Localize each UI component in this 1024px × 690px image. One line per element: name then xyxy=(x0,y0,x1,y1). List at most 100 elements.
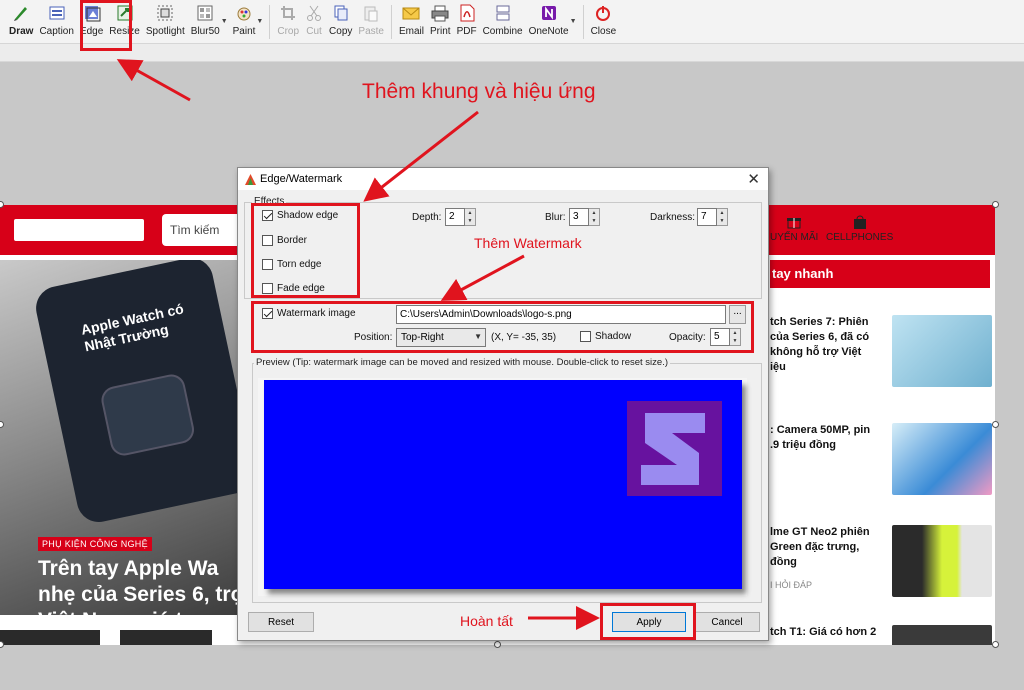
caption-label: Caption xyxy=(39,26,74,37)
close-button[interactable]: Close xyxy=(588,0,620,44)
combine-button[interactable]: Combine xyxy=(480,0,526,44)
promo-nav-item: UYẾN MÃI xyxy=(770,215,818,243)
copy-label: Copy xyxy=(329,26,353,37)
dialog-title: Edge/Watermark xyxy=(260,173,343,185)
shopping-bag-icon xyxy=(852,215,868,229)
combine-icon xyxy=(494,4,512,22)
cancel-button[interactable]: Cancel xyxy=(694,612,760,632)
highlight-edge-button xyxy=(80,0,132,51)
app-logo-icon xyxy=(244,173,257,186)
cut-button[interactable]: Cut xyxy=(302,0,326,44)
phone-screen-text: Apple Watch có Nhật Trường xyxy=(79,300,186,355)
preview-label: Preview (Tip: watermark image can be mov… xyxy=(254,357,671,368)
toolbar-separator xyxy=(269,5,271,39)
email-button[interactable]: Email xyxy=(396,0,427,44)
paint-label: Paint xyxy=(232,26,256,37)
preview-canvas[interactable] xyxy=(258,378,747,596)
paste-label: Paste xyxy=(358,26,384,37)
email-label: Email xyxy=(398,26,424,37)
darkness-spinner[interactable]: 7 ▲ ▼ xyxy=(697,208,728,226)
toolbar-separator xyxy=(582,5,584,39)
print-icon xyxy=(431,4,449,22)
draw-button[interactable]: Draw xyxy=(6,0,36,44)
arrow-to-edge-button xyxy=(116,59,191,102)
draw-icon xyxy=(12,4,30,22)
spinner-arrows-icon[interactable]: ▲ ▼ xyxy=(717,208,728,226)
blur-value[interactable]: 3 xyxy=(569,208,589,226)
crop-label: Crop xyxy=(277,26,300,37)
news-thumbnail xyxy=(892,625,992,645)
combine-label: Combine xyxy=(482,26,523,37)
resize-handle[interactable] xyxy=(0,641,4,648)
site-right-nav: UYẾN MÃI CELLPHONES xyxy=(770,211,995,251)
resize-handle[interactable] xyxy=(992,421,999,428)
dialog-titlebar[interactable]: Edge/Watermark ✕ xyxy=(238,168,768,190)
depth-value[interactable]: 2 xyxy=(445,208,465,226)
print-label: Print xyxy=(430,26,451,37)
pdf-label: PDF xyxy=(456,26,477,37)
cut-label: Cut xyxy=(306,26,322,37)
spinner-arrows-icon[interactable]: ▲ ▼ xyxy=(465,208,476,226)
cut-icon xyxy=(305,4,323,22)
darkness-value[interactable]: 7 xyxy=(697,208,717,226)
resize-handle[interactable] xyxy=(992,201,999,208)
copy-icon xyxy=(332,4,350,22)
spinner-arrows-icon[interactable]: ▲ ▼ xyxy=(589,208,600,226)
hero-category-tag: PHỤ KIỆN CÔNG NGHỆ xyxy=(38,537,152,551)
news-item: tch T1: Giá có hơn 2 xyxy=(770,625,995,645)
print-button[interactable]: Print xyxy=(427,0,454,44)
preview-image xyxy=(264,380,742,589)
news-title: tch Series 7: Phiên của Series 6, đã có … xyxy=(770,316,870,373)
gift-icon xyxy=(786,215,802,229)
news-item: tch Series 7: Phiên của Series 6, đã có … xyxy=(770,315,995,405)
depth-spinner[interactable]: 2 ▲ ▼ xyxy=(445,208,476,226)
paste-button[interactable]: Paste xyxy=(355,0,387,44)
news-subtitle: I HỎI ĐÁP xyxy=(770,580,813,590)
paste-icon xyxy=(362,4,380,22)
hero-title: Trên tay Apple Wa nhẹ của Series 6, trợ … xyxy=(38,557,240,615)
news-title-text: lme GT Neo2 phiên Green đặc trưng, đồng xyxy=(770,526,870,568)
news-title: lme GT Neo2 phiên Green đặc trưng, đồng … xyxy=(770,525,880,593)
highlight-effects xyxy=(251,203,360,298)
spotlight-icon xyxy=(156,4,174,22)
news-title: tch T1: Giá có hơn 2 xyxy=(770,626,877,638)
blur-label: Blur50 xyxy=(190,26,220,37)
toolbar-strip xyxy=(0,44,1024,62)
blur-label: Blur: xyxy=(545,212,566,223)
onenote-label: OneNote xyxy=(528,26,569,37)
email-icon xyxy=(402,4,420,22)
news-item: lme GT Neo2 phiên Green đặc trưng, đồng … xyxy=(770,525,995,615)
thumbnail xyxy=(120,630,212,645)
dialog-close-icon[interactable]: ✕ xyxy=(747,170,760,188)
site-logo xyxy=(14,219,144,241)
onenote-button[interactable]: OneNote xyxy=(526,0,572,44)
crop-icon xyxy=(279,4,297,22)
onenote-icon xyxy=(540,4,558,22)
resize-handle[interactable] xyxy=(992,641,999,648)
promo-nav-label: UYẾN MÃI xyxy=(770,232,819,243)
watermark-logo-image[interactable] xyxy=(627,401,722,496)
blur-button[interactable]: Blur50 xyxy=(188,0,223,44)
caption-button[interactable]: Caption xyxy=(36,0,76,44)
depth-label: Depth: xyxy=(412,212,442,223)
hero-image: Apple Watch có Nhật Trường PHỤ KIỆN CÔNG… xyxy=(0,260,240,615)
copy-button[interactable]: Copy xyxy=(326,0,355,44)
toolbar-separator xyxy=(390,5,392,39)
spotlight-button[interactable]: Spotlight xyxy=(143,0,188,44)
paint-button[interactable]: Paint xyxy=(230,0,259,44)
reset-button[interactable]: Reset xyxy=(248,612,314,632)
section-title-bar: tay nhanh xyxy=(770,260,990,288)
site-search-box: Tìm kiếm xyxy=(162,214,242,246)
highlight-apply-button xyxy=(600,603,696,640)
annotation-done: Hoàn tất xyxy=(460,613,513,629)
stores-nav-item: CELLPHONES xyxy=(826,215,893,243)
resize-handle[interactable] xyxy=(494,641,501,648)
news-title: : Camera 50MP, pin .9 triệu đồng xyxy=(770,424,871,451)
thumbnail xyxy=(0,630,100,645)
blur-spinner[interactable]: 3 ▲ ▼ xyxy=(569,208,600,226)
power-icon xyxy=(594,4,612,22)
crop-button[interactable]: Crop xyxy=(274,0,302,44)
pdf-button[interactable]: PDF xyxy=(454,0,480,44)
phone-image: Apple Watch có Nhật Trường xyxy=(32,260,240,527)
blur-icon xyxy=(196,4,214,22)
